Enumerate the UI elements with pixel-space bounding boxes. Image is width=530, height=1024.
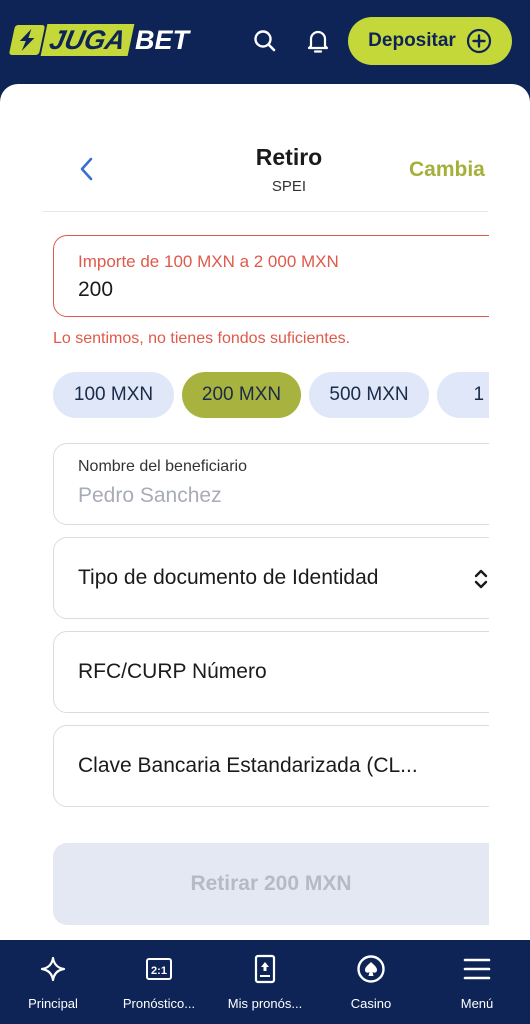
beneficiary-label: Nombre del beneficiario: [78, 458, 247, 475]
amount-label: Importe de 100 MXN a 2 000 MXN: [78, 252, 339, 271]
insufficient-funds-error: Lo sentimos, no tienes fondos suficiente…: [53, 330, 351, 347]
amount-value: 200: [78, 278, 114, 301]
nav-pronosticos[interactable]: 2:1 Pronóstico...: [106, 940, 212, 1024]
withdrawal-panel: Retiro SPEI Cambia Importe de 100 MXN a …: [0, 84, 530, 940]
beneficiary-placeholder: Pedro Sanchez: [78, 484, 222, 507]
beneficiary-name-field[interactable]: Nombre del beneficiario Pedro Sanchez: [53, 443, 513, 525]
chip-500[interactable]: 500 MXN: [309, 372, 429, 418]
rfc-curp-field[interactable]: RFC/CURP Número: [53, 631, 513, 713]
clabe-label: Clave Bancaria Estandarizada (CL...: [78, 754, 418, 777]
hamburger-menu-icon: [462, 954, 492, 984]
nav-principal-label: Principal: [28, 996, 78, 1011]
amount-input[interactable]: Importe de 100 MXN a 2 000 MXN 200: [53, 235, 513, 317]
sparkle-icon: [38, 954, 68, 984]
rfc-curp-label: RFC/CURP Número: [78, 660, 267, 683]
chip-100[interactable]: 100 MXN: [53, 372, 174, 418]
jugabet-logo[interactable]: JUGA BET: [8, 22, 190, 58]
chip-200-selected[interactable]: 200 MXN: [182, 372, 301, 418]
deposit-label: Depositar: [368, 30, 456, 51]
nav-casino[interactable]: Casino: [318, 940, 424, 1024]
nav-menu[interactable]: Menú: [424, 940, 530, 1024]
divider: [42, 211, 488, 212]
search-icon[interactable]: [252, 28, 278, 54]
amount-chips: 100 MXN 200 MXN 500 MXN 1 00: [53, 372, 530, 418]
nav-menu-label: Menú: [460, 996, 494, 1011]
bell-icon[interactable]: [305, 28, 331, 54]
bottom-navigation: Principal 2:1 Pronóstico... Mis pronós..…: [0, 940, 530, 1024]
nav-mis-pronosticos[interactable]: Mis pronós...: [212, 940, 318, 1024]
nav-mis-pronosticos-label: Mis pronós...: [227, 996, 303, 1011]
document-type-label: Tipo de documento de Identidad: [78, 566, 379, 589]
logo-text-bet: BET: [135, 25, 190, 55]
casino-chip-icon: [356, 954, 386, 984]
deposit-button[interactable]: Depositar: [348, 17, 512, 65]
nav-principal[interactable]: Principal: [0, 940, 106, 1024]
ticket-icon: [250, 954, 280, 984]
nav-casino-label: Casino: [350, 996, 392, 1011]
clabe-field[interactable]: Clave Bancaria Estandarizada (CL...: [53, 725, 513, 807]
change-method-link[interactable]: Cambia: [409, 158, 485, 182]
top-header: JUGA BET Depositar: [0, 0, 530, 82]
panel-clip-edge: [489, 212, 530, 940]
plus-circle-icon: [466, 28, 491, 54]
withdraw-button[interactable]: Retirar 200 MXN: [53, 843, 513, 925]
scoreboard-icon: 2:1: [144, 954, 174, 984]
nav-pronosticos-label: Pronóstico...: [122, 996, 196, 1011]
score-icon-text: 2:1: [151, 965, 167, 977]
document-type-select[interactable]: Tipo de documento de Identidad: [53, 537, 513, 619]
lightning-icon: [8, 25, 46, 55]
select-arrows-icon: [474, 569, 488, 589]
logo-text-juga: JUGA: [40, 24, 135, 56]
